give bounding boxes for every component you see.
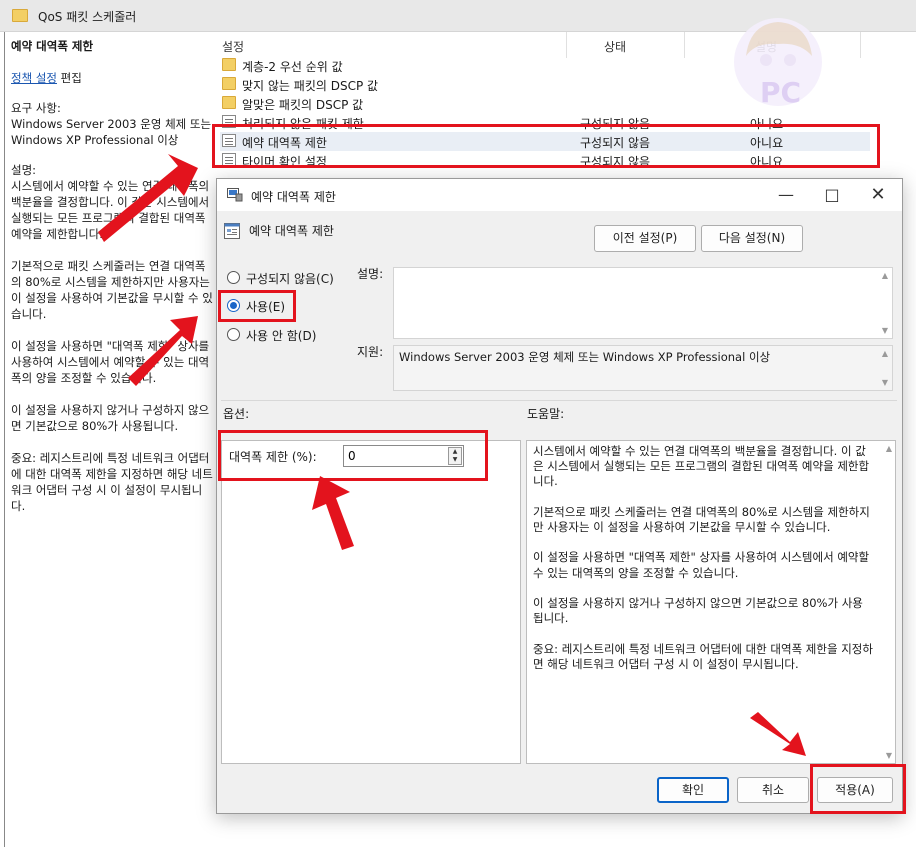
annotation-arrows (98, 154, 806, 756)
red-arrow-icon (312, 476, 354, 550)
red-arrow-icon (98, 154, 198, 242)
red-arrow-icon (750, 712, 806, 756)
red-arrow-icon (128, 316, 198, 386)
